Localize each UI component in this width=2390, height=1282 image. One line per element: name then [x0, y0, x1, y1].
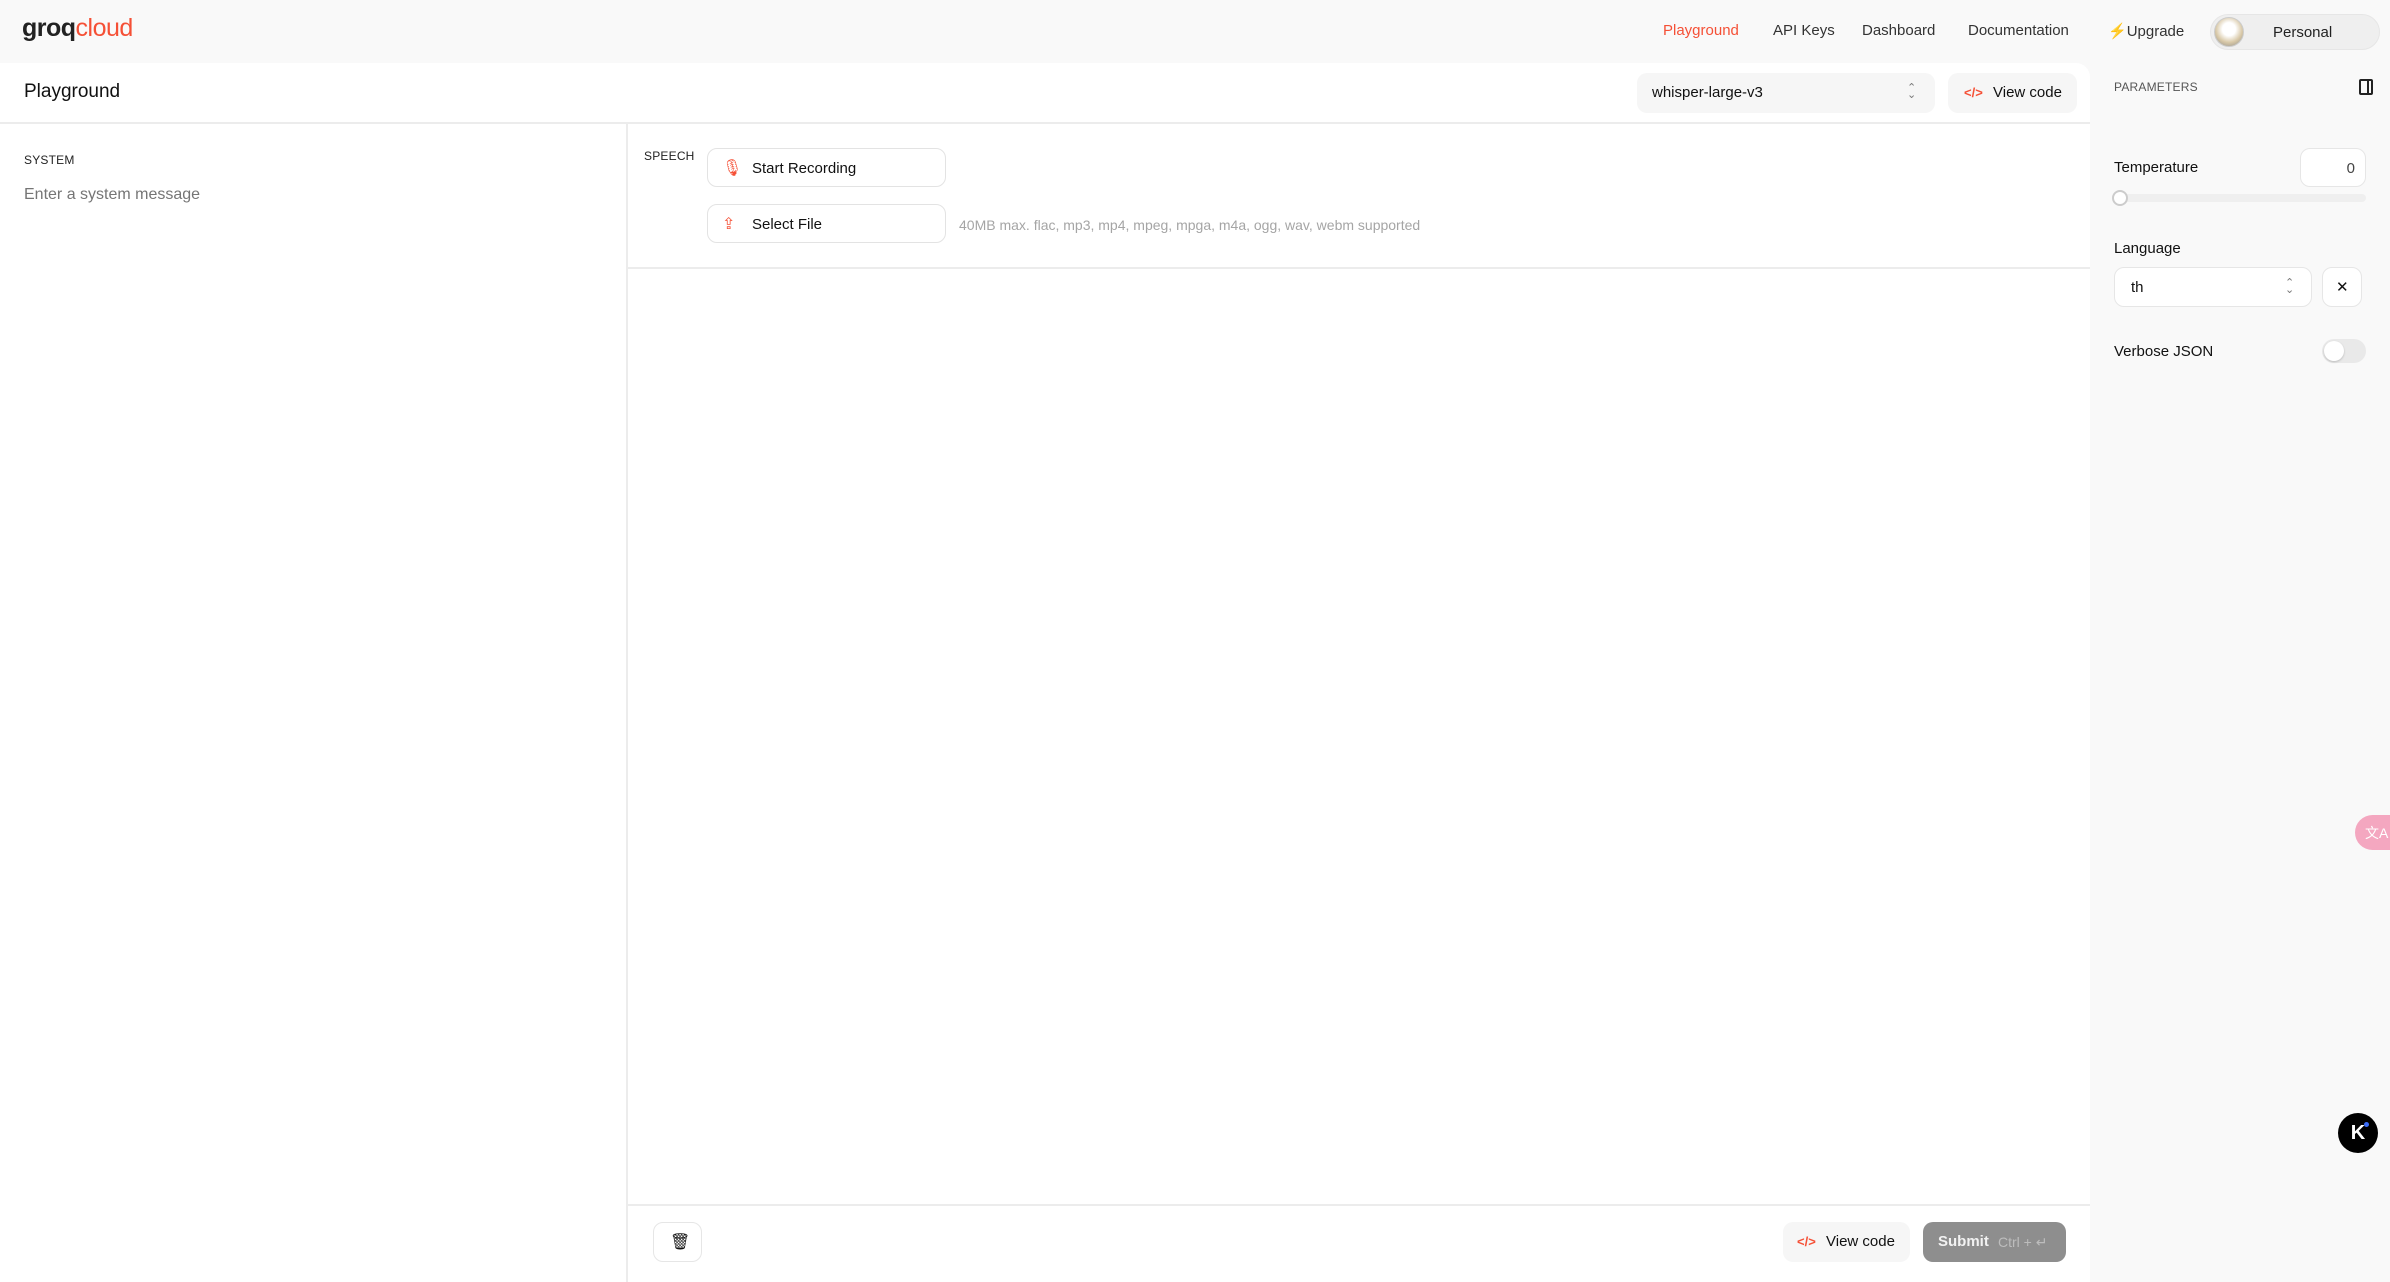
assistant-k-icon[interactable]: K [2338, 1113, 2378, 1153]
system-label: SYSTEM [24, 153, 75, 167]
temperature-input[interactable]: 0 [2300, 148, 2366, 187]
upload-icon: ⇪ [722, 216, 736, 233]
microphone-icon: 🎙︎ [722, 160, 743, 177]
nav-api-keys[interactable]: API Keys [1773, 22, 1835, 39]
parameters-title: PARAMETERS [2114, 80, 2198, 94]
divider [628, 267, 2090, 269]
clear-button[interactable]: 🗑︎ [653, 1222, 702, 1262]
submit-button[interactable]: Submit Ctrl + ↵ [1923, 1222, 2066, 1262]
collapse-panel-icon[interactable] [2359, 79, 2373, 95]
slider-thumb[interactable] [2112, 190, 2128, 206]
close-icon: ✕ [2336, 279, 2349, 296]
nav-dashboard[interactable]: Dashboard [1862, 22, 1935, 39]
speech-label: SPEECH [644, 149, 695, 163]
account-label: Personal [2273, 24, 2333, 41]
toggle-knob [2324, 341, 2344, 361]
nav-documentation[interactable]: Documentation [1968, 22, 2069, 39]
system-message-input[interactable] [24, 186, 604, 226]
start-recording-button[interactable]: 🎙︎ Start Recording [707, 148, 946, 187]
view-code-button[interactable]: </> View code [1948, 73, 2077, 113]
clear-language-button[interactable]: ✕ [2322, 267, 2362, 307]
language-select[interactable]: th ⌃ ⌄ [2114, 267, 2312, 307]
file-hint: 40MB max. flac, mp3, mp4, mpeg, mpga, m4… [959, 217, 1421, 233]
groqcloud-logo[interactable]: groqcloud [22, 14, 133, 43]
parameters-panel: PARAMETERS Temperature 0 Language th ⌃ ⌄ … [2090, 63, 2390, 1282]
translate-icon[interactable]: 文A [2355, 815, 2390, 850]
playground-panel: Playground whisper-large-v3 ⌃ ⌄ </> View … [0, 63, 2090, 1282]
select-file-button[interactable]: ⇪ Select File [707, 204, 946, 243]
verbose-json-label: Verbose JSON [2114, 343, 2214, 360]
divider [0, 122, 2090, 124]
account-switcher[interactable]: Personal [2210, 14, 2380, 50]
temperature-slider[interactable] [2112, 190, 2366, 206]
trash-icon: 🗑︎ [670, 1234, 691, 1251]
nav-playground[interactable]: Playground [1663, 22, 1739, 39]
temperature-label: Temperature [2114, 159, 2199, 176]
nav-upgrade[interactable]: ⚡Upgrade [2108, 22, 2184, 40]
verbose-json-toggle[interactable] [2322, 339, 2366, 363]
vertical-divider [626, 123, 628, 1282]
avatar [2214, 17, 2244, 47]
page-title: Playground [24, 81, 121, 102]
chevron-up-down-icon: ⌃ ⌄ [1907, 82, 1917, 101]
shortcut-hint: Ctrl + ↵ [1998, 1234, 2048, 1250]
code-icon: </> [1964, 85, 1983, 100]
language-label: Language [2114, 240, 2181, 257]
lightning-icon: ⚡ [2108, 23, 2127, 40]
chevron-up-down-icon: ⌃ ⌄ [2285, 277, 2295, 296]
view-code-footer-button[interactable]: </> View code [1783, 1222, 1910, 1262]
code-icon: </> [1797, 1234, 1816, 1249]
model-select[interactable]: whisper-large-v3 ⌃ ⌄ [1637, 73, 1935, 113]
top-nav: groqcloud Playground API Keys Dashboard … [0, 0, 2390, 63]
divider [628, 1204, 2090, 1206]
